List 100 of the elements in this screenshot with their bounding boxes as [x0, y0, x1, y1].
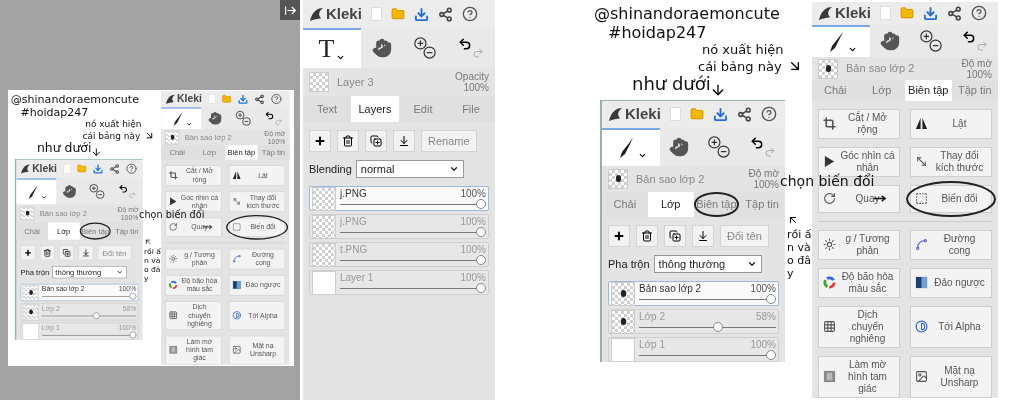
opacity-value: 100%: [753, 178, 779, 190]
add-layer-button[interactable]: [309, 130, 331, 152]
layer-name: j.PNG: [340, 188, 367, 199]
note-text: nó xuất hiện: [85, 118, 142, 131]
tool-button[interactable]: [161, 107, 202, 130]
add-layer-button[interactable]: [20, 245, 36, 261]
panel-tab[interactable]: Layers: [351, 96, 399, 122]
color-wheel-icon: [823, 276, 836, 290]
filter-button[interactable]: Độ bão hòa màu sắc: [818, 268, 900, 298]
slider-thumb[interactable]: [129, 292, 137, 300]
layer-name: Bản sao lớp 2: [636, 171, 706, 187]
help-icon[interactable]: [760, 106, 777, 123]
layer-name: Layer 1: [340, 272, 374, 283]
resize-icon: [915, 155, 928, 169]
note-text: nó xuất hiện: [702, 41, 784, 59]
layer-row[interactable]: Bản sao lớp 2 100%: [608, 281, 779, 306]
slider-thumb[interactable]: [476, 283, 486, 293]
download-icon[interactable]: [413, 6, 429, 22]
share-icon[interactable]: [437, 6, 453, 22]
hand-icon[interactable]: [669, 136, 690, 157]
download-icon[interactable]: [712, 106, 728, 122]
collapse-button[interactable]: [280, 0, 300, 20]
slider-thumb[interactable]: [766, 294, 776, 304]
blending-select[interactable]: normal: [355, 160, 464, 178]
slider-thumb[interactable]: [476, 255, 486, 265]
tool-button[interactable]: T: [303, 28, 361, 68]
slider-thumb[interactable]: [92, 312, 100, 320]
filter-button[interactable]: Lật: [910, 109, 992, 139]
zoom-icon[interactable]: [707, 134, 732, 159]
share-icon[interactable]: [946, 5, 962, 21]
hand-icon[interactable]: [371, 38, 392, 58]
layer-thumbnail: [20, 206, 35, 221]
undo-icon[interactable]: [749, 135, 764, 150]
duplicate-layer-button[interactable]: [664, 225, 686, 247]
filter-button[interactable]: Cắt / Mở rộng: [818, 109, 900, 139]
opacity-slider[interactable]: [340, 255, 486, 265]
crop-icon: [823, 117, 836, 131]
caret-icon: [746, 259, 757, 269]
layer-opacity: 58%: [756, 311, 776, 322]
slider-thumb[interactable]: [712, 322, 723, 332]
hand-icon[interactable]: [879, 30, 900, 51]
slider-thumb[interactable]: [129, 331, 137, 339]
duplicate-layer-button[interactable]: [365, 130, 387, 152]
undo-icon[interactable]: [458, 37, 473, 51]
filter-button[interactable]: Đảo ngược: [910, 268, 992, 298]
layer-opacity: 100%: [460, 272, 486, 283]
duplicate-layer-button[interactable]: [59, 245, 75, 261]
layer-opacity: 100%: [750, 283, 776, 294]
signature-text: @shinandoraemoncute: [10, 91, 139, 108]
hand-icon[interactable]: [62, 184, 77, 199]
opacity-slider[interactable]: [340, 283, 486, 293]
layer-thumbnail: [611, 337, 635, 362]
help-icon[interactable]: [970, 5, 987, 22]
undo-icon[interactable]: [962, 29, 977, 44]
download-icon[interactable]: [922, 5, 938, 21]
opacity-slider[interactable]: [639, 294, 776, 304]
bird-logo-icon: [20, 163, 31, 175]
filter-button[interactable]: Đường cong: [910, 230, 992, 260]
tool-button[interactable]: [812, 24, 870, 58]
help-icon[interactable]: [461, 6, 478, 22]
filter-button[interactable]: Làm mờ hình tam giác: [818, 356, 900, 398]
dashed-square-icon: [915, 192, 928, 206]
filter-button[interactable]: Mặt nạ Unsharp: [910, 356, 992, 398]
tool-button[interactable]: [602, 127, 660, 166]
layer-thumbnail: [608, 168, 628, 189]
delete-layer-button[interactable]: [636, 225, 658, 247]
slider-thumb[interactable]: [766, 350, 776, 360]
filter-button[interactable]: Quay: [818, 185, 900, 213]
layer-name: Lớp 2: [639, 311, 666, 322]
opacity-slider[interactable]: [340, 199, 486, 209]
filter-button[interactable]: g / Tương phản: [818, 230, 900, 260]
tool-button[interactable]: [16, 178, 57, 205]
opacity-slider[interactable]: [340, 227, 486, 237]
delete-layer-button[interactable]: [337, 130, 359, 152]
filter-button[interactable]: Biến đổi: [910, 185, 992, 213]
merge-layer-button[interactable]: [393, 130, 415, 152]
layer-thumbnail: [22, 284, 40, 301]
filter-button[interactable]: Thay đổi kích thước: [910, 147, 992, 177]
text-tool-label: T: [318, 36, 335, 62]
slider-thumb[interactable]: [476, 227, 486, 237]
slider-thumb[interactable]: [476, 199, 486, 209]
layer-thumbnail: [22, 322, 40, 340]
opacity-slider[interactable]: [639, 322, 776, 332]
add-layer-button[interactable]: [608, 225, 630, 247]
layer-row[interactable]: j.PNG 100%: [309, 186, 489, 211]
flip-icon: [232, 171, 242, 181]
blending-label: Pha trộn: [608, 256, 650, 272]
opacity-slider[interactable]: [639, 350, 776, 360]
filter-button[interactable]: Dịch chuyển nghiêng: [818, 306, 900, 348]
zoom-icon[interactable]: [919, 28, 943, 53]
panel-tab[interactable]: Biên tập: [905, 79, 952, 101]
blur-icon: [823, 370, 836, 384]
zoom-icon[interactable]: [413, 36, 437, 60]
note-text: rồi ấn vào đây: [787, 228, 812, 280]
share-icon[interactable]: [736, 106, 752, 122]
filter-button[interactable]: Tới Alpha: [910, 306, 992, 348]
blending-select[interactable]: thông thường: [653, 255, 762, 273]
merge-layer-button[interactable]: [692, 225, 714, 247]
panel-tab[interactable]: Lớp: [647, 192, 694, 217]
delete-layer-button[interactable]: [39, 245, 55, 261]
